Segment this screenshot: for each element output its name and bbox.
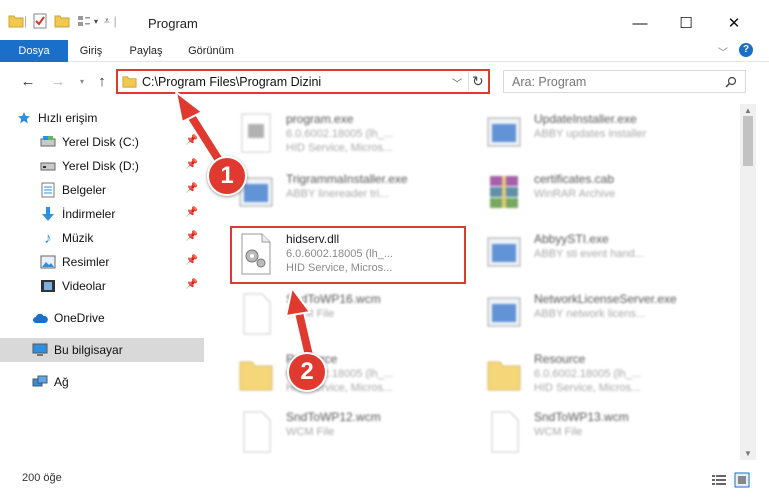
callout-1: 1 [207, 156, 247, 196]
annotation-arrows [174, 89, 316, 366]
callout-2: 2 [287, 352, 327, 392]
